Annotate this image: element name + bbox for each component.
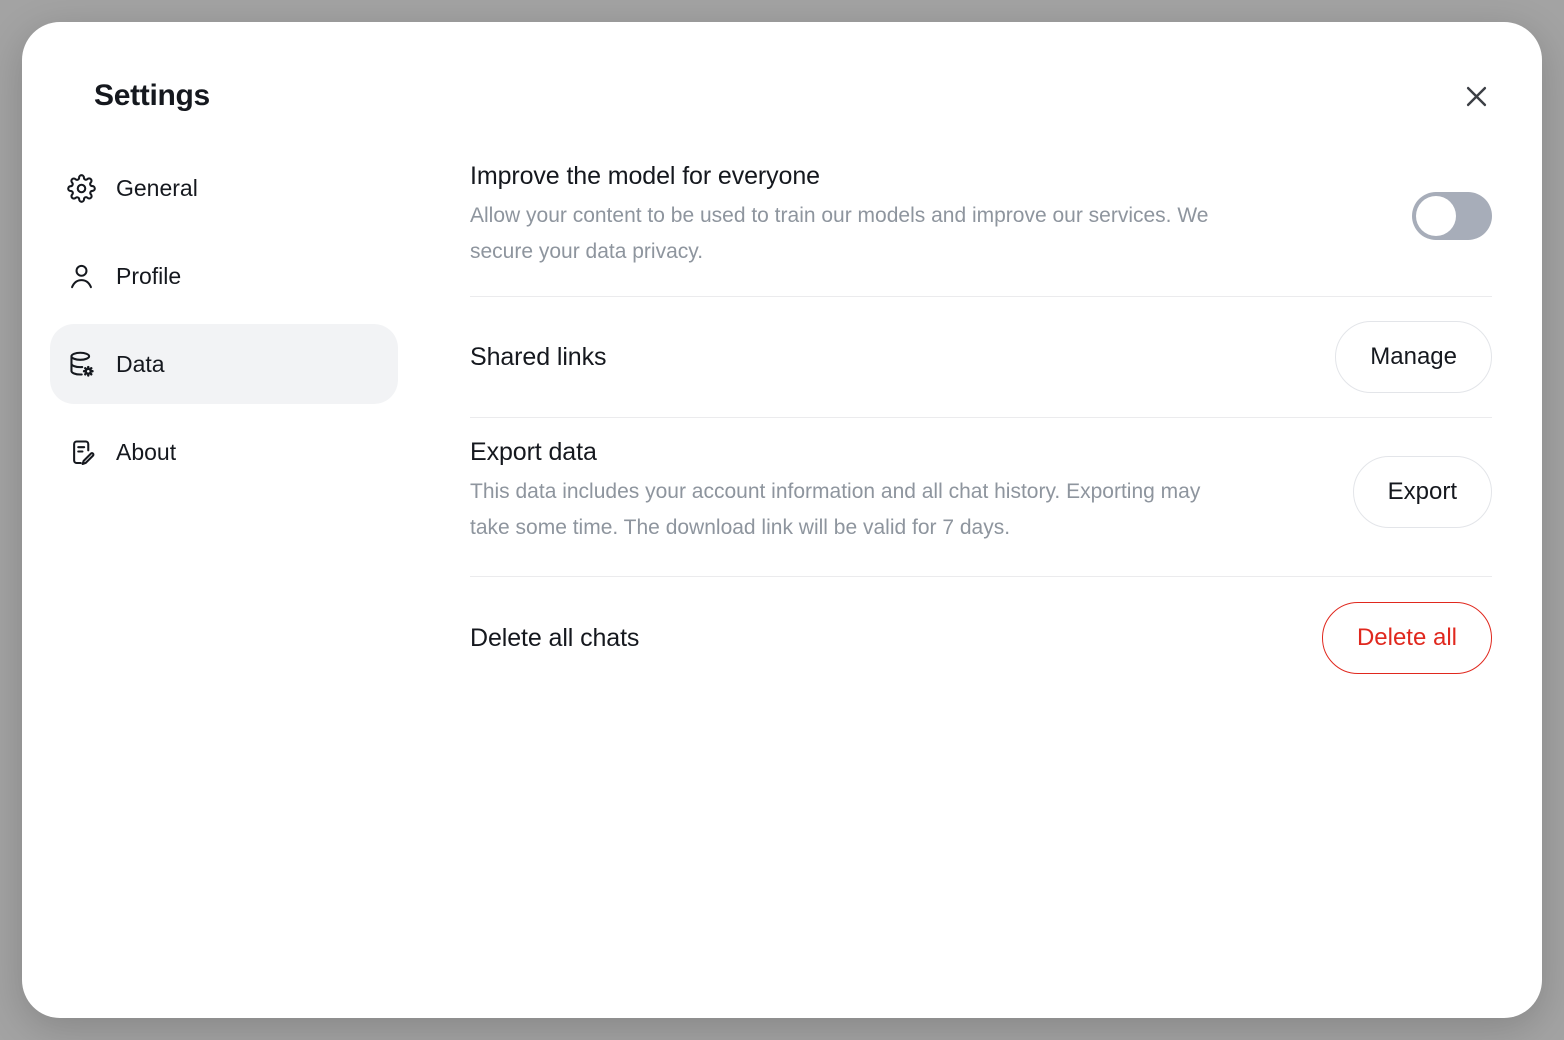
settings-sidebar: General Profile — [50, 148, 398, 492]
sidebar-item-label: General — [116, 175, 198, 202]
sidebar-item-label: Profile — [116, 263, 181, 290]
gear-icon — [67, 174, 96, 203]
export-data-text: Export data This data includes your acco… — [470, 438, 1323, 546]
manage-button[interactable]: Manage — [1335, 321, 1492, 393]
sidebar-item-general[interactable]: General — [50, 148, 398, 228]
shared-links-title: Shared links — [470, 343, 1305, 372]
database-gear-icon — [67, 350, 96, 379]
toggle-knob — [1416, 196, 1456, 236]
document-pencil-icon — [67, 438, 96, 467]
delete-all-button[interactable]: Delete all — [1322, 602, 1492, 674]
improve-model-description: Allow your content to be used to train o… — [470, 198, 1230, 270]
export-button[interactable]: Export — [1353, 456, 1492, 528]
export-data-description: This data includes your account informat… — [470, 474, 1230, 546]
settings-dialog: Settings General — [22, 22, 1542, 1018]
sidebar-item-data[interactable]: Data — [50, 324, 398, 404]
sidebar-item-label: About — [116, 439, 176, 466]
export-data-title: Export data — [470, 438, 1323, 467]
delete-chats-row: Delete all chats Delete all — [470, 577, 1492, 699]
dialog-body: General Profile — [22, 148, 1542, 699]
sidebar-item-profile[interactable]: Profile — [50, 236, 398, 316]
close-icon — [1461, 81, 1492, 112]
export-data-row: Export data This data includes your acco… — [470, 418, 1492, 577]
delete-chats-text: Delete all chats — [470, 624, 1292, 653]
improve-model-toggle[interactable] — [1412, 192, 1492, 240]
improve-model-title: Improve the model for everyone — [470, 162, 1382, 191]
shared-links-text: Shared links — [470, 343, 1305, 372]
shared-links-row: Shared links Manage — [470, 297, 1492, 418]
dialog-header: Settings — [22, 22, 1542, 118]
sidebar-item-label: Data — [116, 351, 165, 378]
user-icon — [67, 262, 96, 291]
dialog-title: Settings — [94, 79, 210, 113]
delete-chats-title: Delete all chats — [470, 624, 1292, 653]
improve-model-text: Improve the model for everyone Allow you… — [470, 162, 1382, 270]
sidebar-item-about[interactable]: About — [50, 412, 398, 492]
improve-model-row: Improve the model for everyone Allow you… — [470, 148, 1492, 297]
settings-content: Improve the model for everyone Allow you… — [470, 148, 1492, 699]
close-button[interactable] — [1454, 74, 1498, 118]
